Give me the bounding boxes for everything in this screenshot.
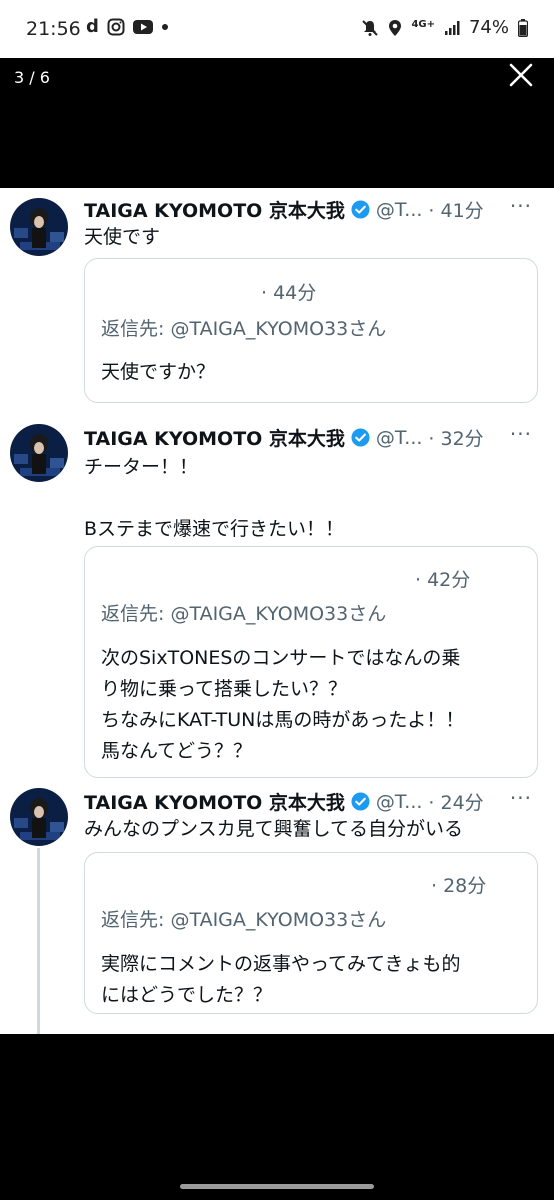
system-icons: 4G+ 74%: [361, 17, 528, 38]
youtube-icon: [132, 20, 153, 34]
network-label: 4G+: [411, 18, 435, 30]
author-handle[interactable]: @T...: [376, 199, 422, 221]
quoted-time: · 42分: [415, 569, 471, 591]
status-bar: 21:56 d 4G+ 74%: [0, 0, 554, 58]
more-icon[interactable]: ···: [510, 786, 532, 810]
avatar[interactable]: [10, 424, 68, 482]
notification-icons: d: [86, 17, 169, 37]
tweet-header: TAIGA KYOMOTO 京本大我 @T... · 41分: [84, 196, 484, 223]
screenshot-image[interactable]: TAIGA KYOMOTO 京本大我 @T... · 41分 ··· 天使です …: [0, 188, 554, 1034]
home-indicator[interactable]: [180, 1184, 374, 1189]
image-viewer-footer: [0, 1034, 554, 1200]
avatar[interactable]: [10, 198, 68, 256]
thread-line: [37, 848, 40, 1034]
quoted-reply[interactable]: · 28分 返信先: @TAIGA_KYOMO33さん 実際にコメントの返事やっ…: [84, 852, 538, 1014]
quoted-text: 天使ですか？: [101, 361, 216, 383]
avatar-image: [10, 198, 68, 256]
author-name[interactable]: TAIGA KYOMOTO 京本大我: [84, 196, 345, 223]
avatar[interactable]: [10, 788, 68, 846]
verified-badge-icon: [351, 200, 370, 219]
status-time: 21:56: [26, 18, 81, 40]
tweet-time[interactable]: · 41分: [428, 196, 483, 223]
mute-icon: [362, 19, 379, 36]
avatar-image: [10, 788, 68, 846]
author-handle[interactable]: @T...: [376, 791, 422, 813]
dot-icon: [161, 24, 168, 30]
avatar-image: [10, 424, 68, 482]
quoted-time: · 44分: [261, 282, 317, 304]
image-viewer-header: 3 / 6: [0, 58, 554, 188]
reply-to-label: 返信先: @TAIGA_KYOMO33さん: [101, 909, 387, 931]
image-counter: 3 / 6: [14, 68, 50, 87]
tweet-header: TAIGA KYOMOTO 京本大我 @T... · 32分: [84, 424, 484, 451]
tweet-time[interactable]: · 24分: [428, 788, 483, 815]
instagram-icon: [107, 18, 125, 36]
app-d-icon: d: [86, 16, 99, 37]
reply-to-label: 返信先: @TAIGA_KYOMO33さん: [101, 603, 387, 625]
verified-badge-icon: [351, 428, 370, 447]
quoted-time: · 28分: [431, 875, 487, 897]
quoted-text: 次のSixTONESのコンサートではなんの乗 り物に乗って搭乗したい？？ ちなみ…: [101, 647, 465, 762]
verified-badge-icon: [351, 792, 370, 811]
battery-percent: 74%: [468, 17, 509, 38]
author-name[interactable]: TAIGA KYOMOTO 京本大我: [84, 424, 345, 451]
tweet-text: 天使です: [84, 226, 161, 248]
tweet-text: みんなのプンスカ見て興奮してる自分がいる: [84, 818, 464, 840]
quoted-reply[interactable]: · 44分 返信先: @TAIGA_KYOMO33さん 天使ですか？: [84, 258, 538, 403]
tweet-header: TAIGA KYOMOTO 京本大我 @T... · 24分: [84, 788, 484, 815]
more-icon[interactable]: ···: [510, 194, 532, 218]
battery-icon: [518, 18, 528, 37]
tweet-time[interactable]: · 32分: [428, 424, 483, 451]
author-name[interactable]: TAIGA KYOMOTO 京本大我: [84, 788, 345, 815]
tweet-text: チーター！！ Bステまで爆速で行きたい！！: [84, 456, 345, 540]
quoted-reply[interactable]: · 42分 返信先: @TAIGA_KYOMO33さん 次のSixTONESのコ…: [84, 546, 538, 778]
quoted-text: 実際にコメントの返事やってみてきょも的 にはどうでした？？: [101, 953, 461, 1006]
close-icon[interactable]: [506, 60, 536, 90]
author-handle[interactable]: @T...: [376, 427, 422, 449]
reply-to-label: 返信先: @TAIGA_KYOMO33さん: [101, 318, 387, 340]
signal-icon: [444, 20, 460, 35]
more-icon[interactable]: ···: [510, 422, 532, 446]
location-icon: [389, 19, 402, 36]
